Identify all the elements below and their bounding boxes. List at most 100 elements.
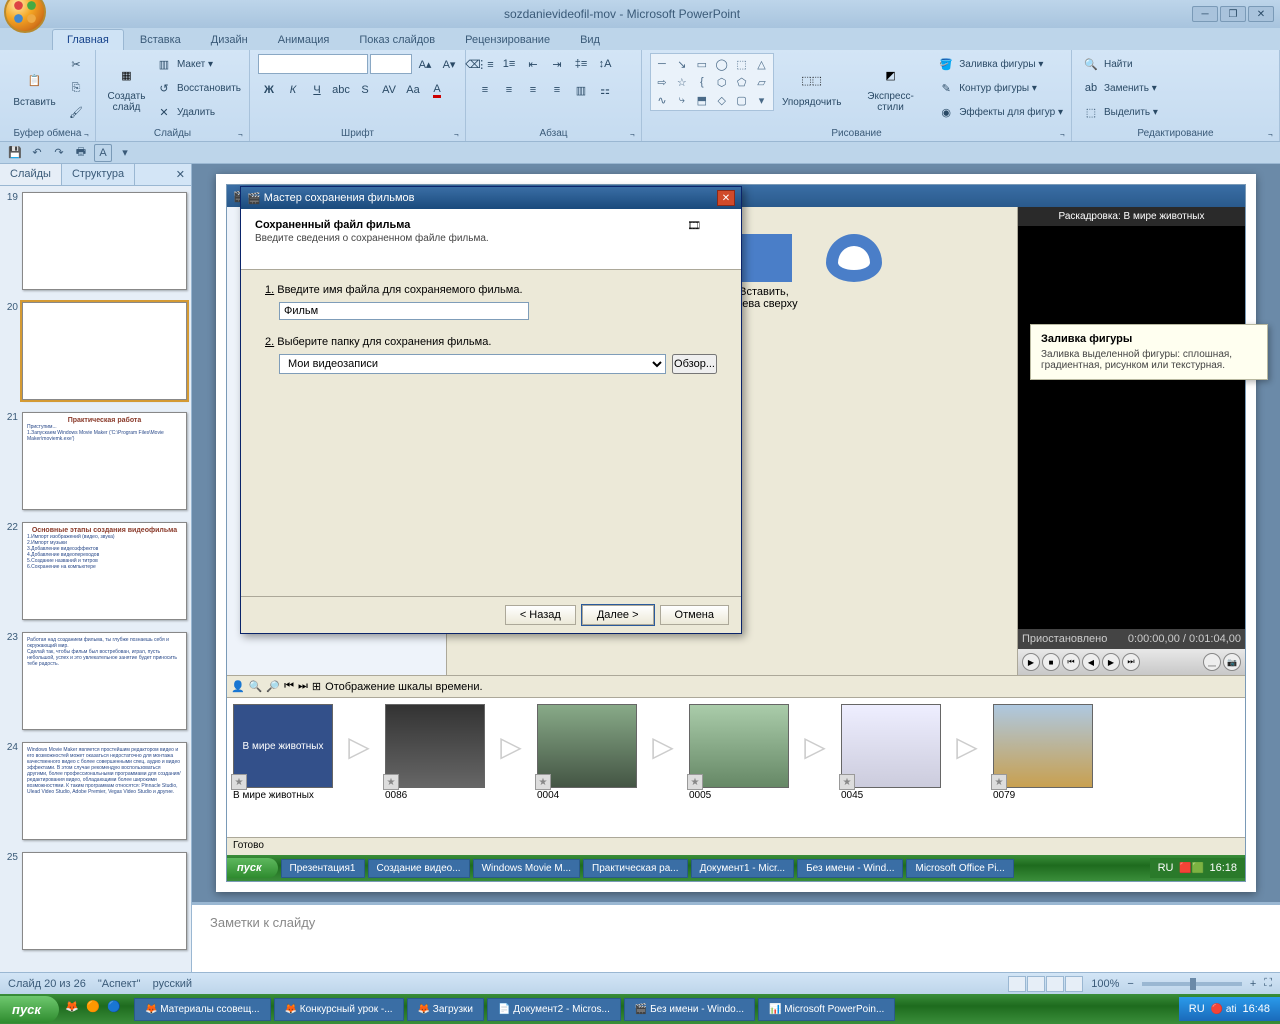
qat-undo[interactable]: ↶ xyxy=(28,144,46,162)
task-item[interactable]: Презентация1 xyxy=(281,859,365,878)
task-item[interactable]: Документ1 - Micr... xyxy=(691,859,794,878)
storyboard-clip[interactable]: 0079 xyxy=(993,704,1093,801)
panel-close[interactable]: ✕ xyxy=(170,164,191,185)
storyboard-clip[interactable]: 0004 xyxy=(537,704,637,801)
inner-start[interactable]: пуск xyxy=(227,858,278,878)
shape-fill[interactable]: Заливка фигуры ▾ xyxy=(959,59,1043,70)
taskbar-item[interactable]: 🎬 Без имени - Windo... xyxy=(624,998,755,1021)
slide-thumb[interactable]: 24Windows Movie Maker является простейши… xyxy=(4,742,187,840)
split-button[interactable]: ⸏ xyxy=(1203,653,1221,671)
slide-thumb[interactable]: 23Работая над созданием фильма, ты глубж… xyxy=(4,632,187,730)
delete-button[interactable]: Удалить xyxy=(177,107,215,118)
start-button[interactable]: пуск xyxy=(0,996,59,1023)
transition-slot[interactable]: ▷ xyxy=(489,704,533,788)
align-justify[interactable]: ≡ xyxy=(546,79,568,101)
tab-view[interactable]: Вид xyxy=(566,30,614,50)
transition-slot[interactable]: ▷ xyxy=(337,704,381,788)
slide-thumb[interactable]: 21Практическая работаПриступим... 1.Запу… xyxy=(4,412,187,510)
tab-design[interactable]: Дизайн xyxy=(197,30,262,50)
qat-save[interactable]: 💾 xyxy=(6,144,24,162)
slide-thumb[interactable]: 20 xyxy=(4,302,187,400)
qat-textbox[interactable]: A xyxy=(94,144,112,162)
maximize-button[interactable]: ❐ xyxy=(1220,6,1246,22)
stop-button[interactable]: ■ xyxy=(1042,653,1060,671)
font-size[interactable] xyxy=(370,54,412,74)
spacing-button[interactable]: AV xyxy=(378,79,400,101)
zoom-slider[interactable] xyxy=(1142,982,1242,986)
layout-button[interactable]: Макет ▾ xyxy=(177,59,213,70)
storyboard-clip[interactable]: 0045 xyxy=(841,704,941,801)
rew-button[interactable]: ◀ xyxy=(1082,653,1100,671)
shape-outline[interactable]: Контур фигуры ▾ xyxy=(959,83,1037,94)
ql-icon[interactable]: 🟠 xyxy=(86,1000,104,1018)
back-button[interactable]: < Назад xyxy=(505,605,576,625)
tab-slideshow[interactable]: Показ слайдов xyxy=(345,30,449,50)
indent-inc[interactable]: ⇥ xyxy=(546,53,568,75)
new-slide-button[interactable]: ▦ Создать слайд xyxy=(104,53,149,119)
line-spacing[interactable]: ‡≡ xyxy=(570,53,592,75)
replace-button[interactable]: Заменить ▾ xyxy=(1104,83,1157,94)
folder-select[interactable]: Мои видеозаписи xyxy=(279,354,666,374)
tab-animation[interactable]: Анимация xyxy=(264,30,344,50)
zoom-out[interactable]: − xyxy=(1127,978,1133,990)
taskbar-item[interactable]: 📄 Документ2 - Micros... xyxy=(487,998,621,1021)
shapes-gallery[interactable]: ─↘▭◯⬚△ ⇨☆{⬡⬠▱ ∿⤷⬒◇▢▾ xyxy=(650,53,774,111)
mm-storyboard[interactable]: В мире животныхВ мире животных▷0086▷0004… xyxy=(227,697,1245,837)
notes-pane[interactable]: Заметки к слайду xyxy=(192,902,1280,972)
qat-print[interactable]: 🖶 xyxy=(72,144,90,162)
quick-styles-button[interactable]: ◩Экспресс-стили xyxy=(850,53,931,119)
font-color[interactable]: A xyxy=(426,79,448,101)
transition-slot[interactable]: ▷ xyxy=(641,704,685,788)
slide-thumb[interactable]: 19 xyxy=(4,192,187,290)
tool-icon[interactable]: ⏮ xyxy=(284,680,294,693)
panel-tab-outline[interactable]: Структура xyxy=(62,164,135,185)
indent-dec[interactable]: ⇤ xyxy=(522,53,544,75)
snapshot-button[interactable]: 📷 xyxy=(1223,653,1241,671)
transition-slot[interactable]: ▷ xyxy=(793,704,837,788)
smartart[interactable]: ⚏ xyxy=(594,79,616,101)
format-painter-button[interactable]: 🖌 xyxy=(65,101,87,123)
bullets[interactable]: ⋮≡ xyxy=(474,53,496,75)
align-right[interactable]: ≡ xyxy=(522,79,544,101)
browse-button[interactable]: Обзор... xyxy=(672,354,717,374)
qat-more[interactable]: ▾ xyxy=(116,144,134,162)
task-item[interactable]: Создание видео... xyxy=(368,859,470,878)
next-button[interactable]: Далее > xyxy=(582,605,654,625)
font-name[interactable] xyxy=(258,54,368,74)
numbering[interactable]: 1≡ xyxy=(498,53,520,75)
fwd-button[interactable]: ▶ xyxy=(1102,653,1120,671)
bold-button[interactable]: Ж xyxy=(258,79,280,101)
cut-button[interactable]: ✂ xyxy=(65,53,87,75)
slide-thumb[interactable]: 22Основные этапы создания видеофильма1.И… xyxy=(4,522,187,620)
tool-icon[interactable]: 🔎 xyxy=(266,680,280,693)
fit-button[interactable]: ⛶ xyxy=(1264,977,1272,990)
tool-icon[interactable]: 👤 xyxy=(231,680,245,693)
select-button[interactable]: Выделить ▾ xyxy=(1104,107,1158,118)
tool-icon[interactable]: ⊞ xyxy=(312,680,321,693)
wizard-close[interactable]: ✕ xyxy=(717,190,735,206)
cancel-button[interactable]: Отмена xyxy=(660,605,729,625)
case-button[interactable]: Aa xyxy=(402,79,424,101)
zoom-in[interactable]: + xyxy=(1250,978,1256,990)
shrink-font[interactable]: A▾ xyxy=(438,53,460,75)
italic-button[interactable]: К xyxy=(282,79,304,101)
taskbar-item[interactable]: 🦊 Конкурсный урок -... xyxy=(274,998,404,1021)
task-item[interactable]: Без имени - Wind... xyxy=(797,859,903,878)
copy-button[interactable]: ⎘ xyxy=(65,77,87,99)
task-item[interactable]: Практическая ра... xyxy=(583,859,688,878)
filename-input[interactable] xyxy=(279,302,529,320)
transition-slot[interactable]: ▷ xyxy=(945,704,989,788)
underline-button[interactable]: Ч xyxy=(306,79,328,101)
shape-effects[interactable]: Эффекты для фигур ▾ xyxy=(959,107,1063,118)
taskbar-item[interactable]: 📊 Microsoft PowerPoin... xyxy=(758,998,895,1021)
align-left[interactable]: ≡ xyxy=(474,79,496,101)
slide-thumb[interactable]: 25 xyxy=(4,852,187,950)
grow-font[interactable]: A▴ xyxy=(414,53,436,75)
reset-button[interactable]: Восстановить xyxy=(177,83,241,94)
shadow-button[interactable]: S xyxy=(354,79,376,101)
tool-icon[interactable]: 🔍 xyxy=(249,680,263,693)
minimize-button[interactable]: ─ xyxy=(1192,6,1218,22)
storyboard-clip[interactable]: 0005 xyxy=(689,704,789,801)
view-buttons[interactable] xyxy=(1008,976,1083,992)
close-button[interactable]: ✕ xyxy=(1248,6,1274,22)
